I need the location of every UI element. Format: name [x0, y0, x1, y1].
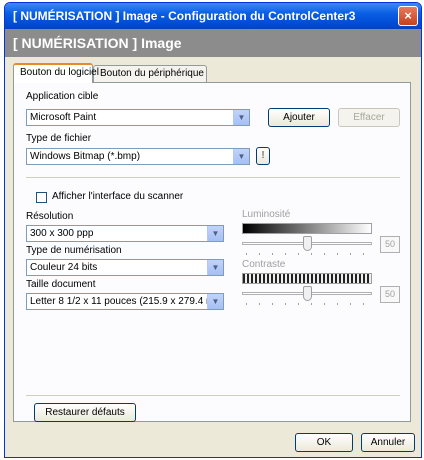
chevron-down-icon[interactable]: ▼ [207, 294, 223, 309]
chevron-down-icon[interactable]: ▼ [233, 110, 249, 125]
doc-size-label: Taille document [26, 279, 96, 290]
scan-type-select[interactable]: Couleur 24 bits ▼ [26, 259, 224, 276]
chevron-down-icon[interactable]: ▼ [207, 260, 223, 275]
cancel-button[interactable]: Annuler [361, 433, 415, 452]
ok-button[interactable]: OK [295, 433, 353, 452]
restore-defaults-button[interactable]: Restaurer défauts [34, 403, 136, 422]
file-type-select[interactable]: Windows Bitmap (*.bmp) ▼ [26, 148, 250, 165]
banner-title: [ NUMÉRISATION ] Image [13, 35, 182, 51]
target-app-select[interactable]: Microsoft Paint ▼ [26, 109, 250, 126]
tab-software-button[interactable]: Bouton du logiciel [13, 63, 99, 83]
contrast-ticks [242, 303, 372, 305]
resolution-label: Résolution [26, 211, 74, 222]
scan-type-label: Type de numérisation [26, 245, 122, 256]
contrast-label: Contraste [242, 259, 286, 270]
separator [26, 395, 400, 396]
brightness-label: Luminosité [242, 209, 291, 220]
brightness-gradient [242, 223, 372, 234]
config-window: [ NUMÉRISATION ] Image - Configuration d… [4, 2, 422, 458]
resolution-value: 300 x 300 ppp [30, 228, 94, 239]
title-bar[interactable]: [ NUMÉRISATION ] Image - Configuration d… [5, 3, 421, 29]
doc-size-value: Letter 8 1/2 x 11 pouces (215.9 x 279.4 … [30, 296, 224, 307]
brightness-slider-thumb[interactable] [303, 236, 312, 251]
window-title: [ NUMÉRISATION ] Image - Configuration d… [13, 9, 356, 23]
scanner-interface-checkbox[interactable] [36, 192, 47, 203]
section-banner: [ NUMÉRISATION ] Image [5, 29, 421, 57]
target-app-label: Application cible [26, 91, 99, 102]
tab-device-button[interactable]: Bouton du périphérique [93, 65, 207, 82]
file-type-value: Windows Bitmap (*.bmp) [30, 151, 141, 162]
contrast-value[interactable]: 50 [380, 286, 400, 303]
brightness-ticks [242, 253, 372, 255]
resolution-select[interactable]: 300 x 300 ppp ▼ [26, 225, 224, 242]
chevron-down-icon[interactable]: ▼ [207, 226, 223, 241]
chevron-down-icon[interactable]: ▼ [233, 149, 249, 164]
file-size-info-icon[interactable]: ! [256, 147, 270, 165]
doc-size-select[interactable]: Letter 8 1/2 x 11 pouces (215.9 x 279.4 … [26, 293, 224, 310]
delete-button[interactable]: Effacer [338, 108, 400, 127]
contrast-pattern [242, 273, 372, 284]
brightness-value[interactable]: 50 [380, 236, 400, 253]
file-type-label: Type de fichier [26, 133, 92, 144]
tab-panel: Application cible Microsoft Paint ▼ Ajou… [13, 82, 411, 422]
close-icon[interactable]: × [398, 6, 418, 26]
target-app-value: Microsoft Paint [30, 112, 97, 123]
separator [26, 177, 400, 178]
contrast-slider-thumb[interactable] [303, 286, 312, 301]
scanner-interface-label: Afficher l'interface du scanner [52, 191, 184, 202]
scan-type-value: Couleur 24 bits [30, 262, 98, 273]
add-button[interactable]: Ajouter [268, 108, 330, 127]
